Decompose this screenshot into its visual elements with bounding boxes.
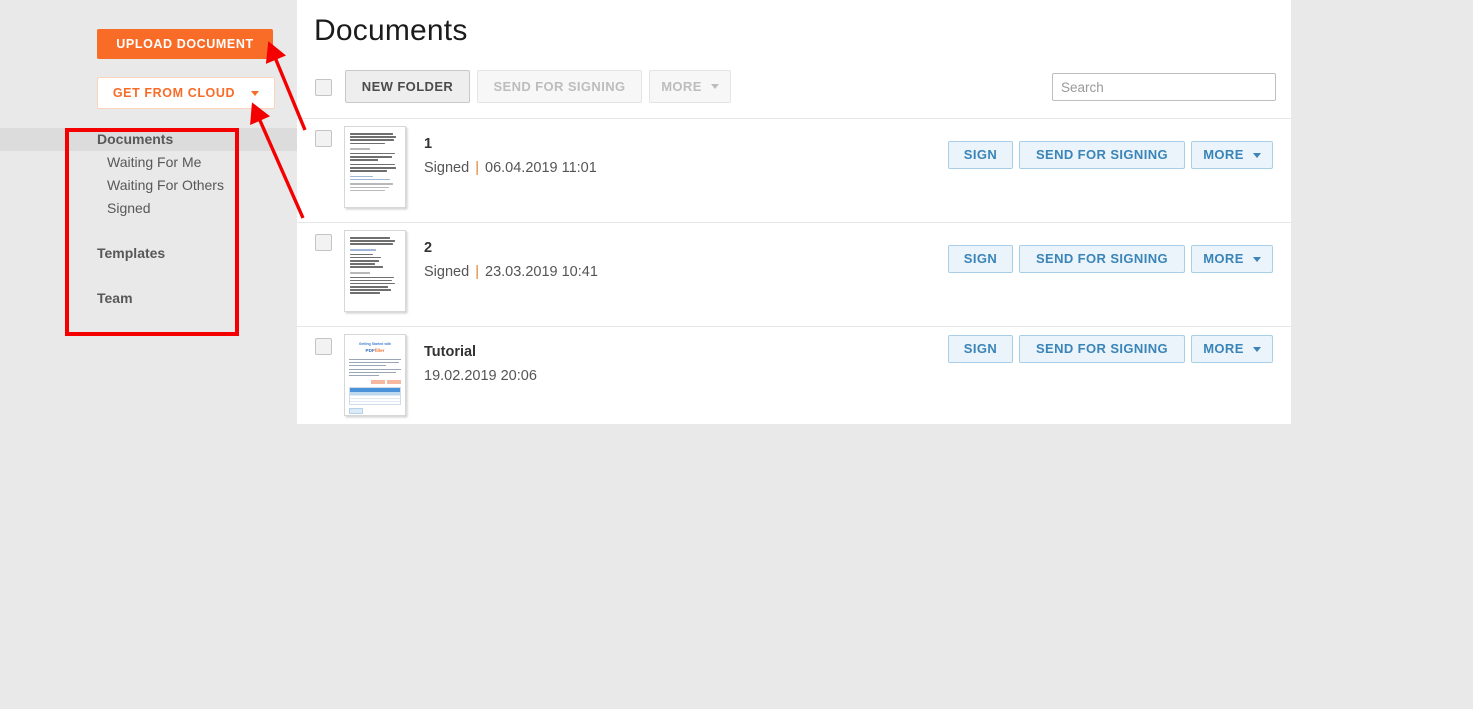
table-row[interactable]: 1 Signed | 06.04.2019 11:01 SIGN SEND FO… xyxy=(297,118,1291,222)
get-from-cloud-label: GET FROM CLOUD xyxy=(113,78,235,108)
table-row[interactable]: Getting Started with PDFfiller Tutorial xyxy=(297,326,1291,430)
sign-button[interactable]: SIGN xyxy=(948,245,1013,273)
sidebar-item-team[interactable]: Team xyxy=(0,287,297,310)
nav-spacer-1 xyxy=(0,220,297,242)
document-name: 1 xyxy=(424,136,432,152)
document-meta: Signed | 23.03.2019 10:41 xyxy=(424,264,598,280)
sidebar-item-documents[interactable]: Documents xyxy=(0,128,297,151)
chevron-down-icon xyxy=(251,91,259,96)
document-meta: Signed | 06.04.2019 11:01 xyxy=(424,160,597,176)
more-button[interactable]: MORE xyxy=(649,70,731,103)
row-more-label: MORE xyxy=(1203,246,1244,272)
get-from-cloud-button[interactable]: GET FROM CLOUD xyxy=(97,77,275,109)
upload-document-button[interactable]: UPLOAD DOCUMENT xyxy=(97,29,273,59)
app-root: UPLOAD DOCUMENT GET FROM CLOUD Documents… xyxy=(0,0,1473,709)
thumbnail-paragraph xyxy=(349,359,401,376)
main-panel: Documents NEW FOLDER SEND FOR SIGNING MO… xyxy=(297,0,1291,424)
document-thumbnail[interactable] xyxy=(344,126,406,208)
thumbnail-content xyxy=(345,127,405,191)
chevron-down-icon xyxy=(1253,257,1261,262)
document-date: 06.04.2019 11:01 xyxy=(485,160,597,176)
meta-separator: | xyxy=(473,264,481,280)
document-status: Signed xyxy=(424,160,469,176)
row-more-label: MORE xyxy=(1203,336,1244,362)
thumbnail-table xyxy=(349,387,401,405)
document-date: 23.03.2019 10:41 xyxy=(485,264,598,280)
document-date: 19.02.2019 20:06 xyxy=(424,368,537,384)
send-for-signing-button[interactable]: SEND FOR SIGNING xyxy=(477,70,642,103)
search-input[interactable] xyxy=(1052,73,1276,101)
document-thumbnail[interactable]: Getting Started with PDFfiller xyxy=(344,334,406,416)
more-label: MORE xyxy=(661,71,702,102)
sidebar-item-waiting-for-me[interactable]: Waiting For Me xyxy=(0,151,297,174)
row-more-button[interactable]: MORE xyxy=(1191,335,1273,363)
document-thumbnail[interactable] xyxy=(344,230,406,312)
thumbnail-content xyxy=(345,231,405,294)
table-row[interactable]: 2 Signed | 23.03.2019 10:41 SIGN SEND FO… xyxy=(297,222,1291,326)
meta-separator: | xyxy=(473,160,481,176)
new-folder-button[interactable]: NEW FOLDER xyxy=(345,70,470,103)
sidebar-item-signed[interactable]: Signed xyxy=(0,197,297,220)
thumbnail-tags xyxy=(349,380,401,383)
sidebar-nav: Documents Waiting For Me Waiting For Oth… xyxy=(0,128,297,310)
row-more-button[interactable]: MORE xyxy=(1191,141,1273,169)
row-checkbox[interactable] xyxy=(315,234,332,251)
nav-spacer-2 xyxy=(0,265,297,287)
page-title: Documents xyxy=(314,14,468,48)
sign-button[interactable]: SIGN xyxy=(948,141,1013,169)
document-meta: 19.02.2019 20:06 xyxy=(424,368,537,384)
row-more-button[interactable]: MORE xyxy=(1191,245,1273,273)
sign-button[interactable]: SIGN xyxy=(948,335,1013,363)
chevron-down-icon xyxy=(1253,153,1261,158)
thumbnail-cell-small xyxy=(349,416,358,417)
toolbar: NEW FOLDER SEND FOR SIGNING MORE xyxy=(297,70,1291,105)
document-status: Signed xyxy=(424,264,469,280)
chevron-down-icon xyxy=(1253,347,1261,352)
row-checkbox[interactable] xyxy=(315,338,332,355)
send-for-signing-button[interactable]: SEND FOR SIGNING xyxy=(1019,245,1185,273)
send-for-signing-button[interactable]: SEND FOR SIGNING xyxy=(1019,141,1185,169)
row-more-label: MORE xyxy=(1203,142,1244,168)
thumbnail-cell xyxy=(349,408,363,414)
select-all-checkbox[interactable] xyxy=(315,79,332,96)
send-for-signing-button[interactable]: SEND FOR SIGNING xyxy=(1019,335,1185,363)
document-name: Tutorial xyxy=(424,344,476,360)
sidebar: UPLOAD DOCUMENT GET FROM CLOUD Documents… xyxy=(0,0,297,709)
document-name: 2 xyxy=(424,240,432,256)
sidebar-item-waiting-for-others[interactable]: Waiting For Others xyxy=(0,174,297,197)
sidebar-item-templates[interactable]: Templates xyxy=(0,242,297,265)
thumbnail-logo: PDFfiller xyxy=(345,348,405,353)
chevron-down-icon xyxy=(711,84,719,89)
thumbnail-title: Getting Started with xyxy=(345,342,405,347)
row-checkbox[interactable] xyxy=(315,130,332,147)
